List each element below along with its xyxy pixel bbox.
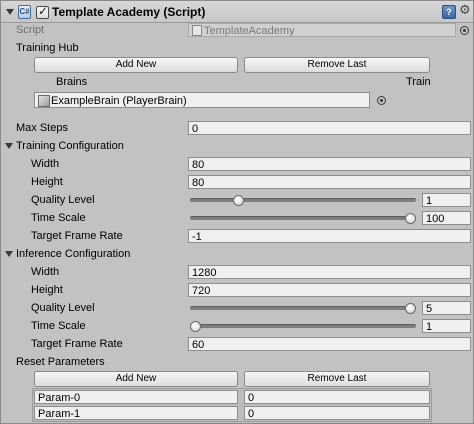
brain-object-value: ExampleBrain (PlayerBrain) xyxy=(51,95,187,107)
brain-picker-icon[interactable] xyxy=(377,96,386,105)
inference-quality-label: Quality Level xyxy=(31,302,95,314)
brain-asset-icon xyxy=(38,95,50,107)
max-steps-label: Max Steps xyxy=(16,122,68,134)
max-steps-input[interactable]: 0 xyxy=(188,121,471,135)
reset-parameters-label: Reset Parameters xyxy=(16,356,105,368)
param-1-name-input[interactable]: Param-1 xyxy=(34,406,238,420)
inference-width-input[interactable]: 1280 xyxy=(188,265,471,279)
inference-quality-input[interactable]: 5 xyxy=(422,301,471,315)
component-foldout-arrow-icon[interactable] xyxy=(6,9,14,15)
param-0-value-input[interactable]: 0 xyxy=(244,390,430,404)
training-timescale-label: Time Scale xyxy=(31,212,86,224)
inference-width-label: Width xyxy=(31,266,60,278)
inference-framerate-label: Target Frame Rate xyxy=(31,338,123,350)
inference-timescale-label: Time Scale xyxy=(31,320,86,332)
training-timescale-slider-thumb[interactable] xyxy=(405,213,416,224)
training-framerate-label: Target Frame Rate xyxy=(31,230,123,242)
help-icon[interactable]: ? xyxy=(442,5,456,19)
inference-quality-slider-track[interactable] xyxy=(190,306,416,310)
training-config-label[interactable]: Training Configuration xyxy=(16,137,124,155)
training-quality-input[interactable]: 1 xyxy=(422,193,471,207)
script-icon: C# xyxy=(18,5,31,19)
training-framerate-input[interactable]: -1 xyxy=(188,229,471,243)
script-label: Script xyxy=(16,24,45,36)
component-enabled-checkbox[interactable] xyxy=(36,4,49,19)
training-height-input[interactable]: 80 xyxy=(188,175,471,189)
script-picker-icon xyxy=(460,26,469,35)
gear-icon[interactable]: ⚙ xyxy=(459,4,471,17)
training-config-foldout-icon[interactable] xyxy=(5,143,13,149)
inspector-panel: C# Template Academy (Script) ? ⚙ Script … xyxy=(0,0,474,424)
script-field: TemplateAcademy xyxy=(188,23,456,37)
training-hub-remove-last-button[interactable]: Remove Last xyxy=(244,57,430,73)
param-0-name-input[interactable]: Param-0 xyxy=(34,390,238,404)
training-hub-label: Training Hub xyxy=(16,42,79,54)
brains-header: Brains xyxy=(56,76,88,88)
training-quality-slider-track[interactable] xyxy=(190,198,416,202)
training-timescale-input[interactable]: 100 xyxy=(422,211,471,225)
reset-params-remove-last-button[interactable]: Remove Last xyxy=(244,371,430,387)
inference-config-foldout-icon[interactable] xyxy=(5,251,13,257)
training-width-label: Width xyxy=(31,158,60,170)
inference-height-label: Height xyxy=(31,284,63,296)
training-width-input[interactable]: 80 xyxy=(188,157,471,171)
component-title: Template Academy (Script) xyxy=(52,5,206,19)
reset-params-add-new-button[interactable]: Add New xyxy=(34,371,238,387)
inference-quality-slider-thumb[interactable] xyxy=(405,303,416,314)
inference-height-input[interactable]: 720 xyxy=(188,283,471,297)
inference-timescale-slider-thumb[interactable] xyxy=(190,321,201,332)
training-height-label: Height xyxy=(31,176,63,188)
training-hub-add-new-button[interactable]: Add New xyxy=(34,57,238,73)
script-field-value: TemplateAcademy xyxy=(204,25,295,37)
training-quality-slider-thumb[interactable] xyxy=(233,195,244,206)
inference-timescale-slider-track[interactable] xyxy=(190,324,416,328)
inference-framerate-input[interactable]: 60 xyxy=(188,337,471,351)
training-timescale-slider-track[interactable] xyxy=(190,216,416,220)
train-header: Train xyxy=(406,76,431,88)
inference-timescale-input[interactable]: 1 xyxy=(422,319,471,333)
training-quality-label: Quality Level xyxy=(31,194,95,206)
brain-object-field[interactable]: ExampleBrain (PlayerBrain) xyxy=(34,92,370,108)
param-1-value-input[interactable]: 0 xyxy=(244,406,430,420)
script-file-icon xyxy=(192,25,202,36)
inference-config-label[interactable]: Inference Configuration xyxy=(16,245,130,263)
